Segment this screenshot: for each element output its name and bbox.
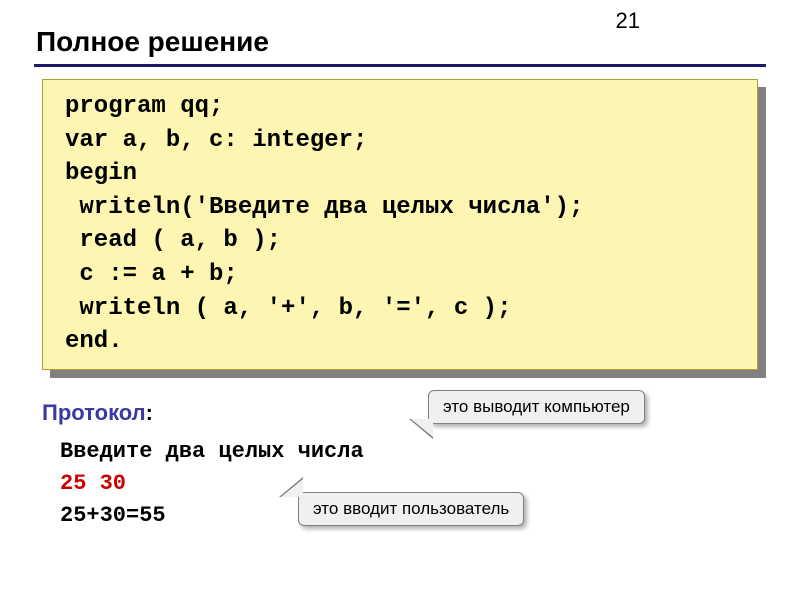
callout-computer-output: это выводит компьютер xyxy=(428,390,645,424)
callout-computer-output-text: это выводит компьютер xyxy=(443,397,630,416)
title-underline xyxy=(34,64,766,67)
protocol-line-1: Введите два целых числа xyxy=(60,436,800,468)
code-block: program qq; var a, b, c: integer; begin … xyxy=(42,79,758,370)
slide-title: Полное решение xyxy=(0,0,800,64)
callout-user-input: это вводит пользователь xyxy=(298,492,524,526)
page-number: 21 xyxy=(616,8,640,34)
protocol-colon: : xyxy=(146,400,153,425)
code-text: program qq; var a, b, c: integer; begin … xyxy=(65,90,739,359)
code-front: program qq; var a, b, c: integer; begin … xyxy=(42,79,758,370)
protocol-word: Протокол xyxy=(42,400,146,425)
callout-user-input-text: это вводит пользователь xyxy=(313,499,509,518)
